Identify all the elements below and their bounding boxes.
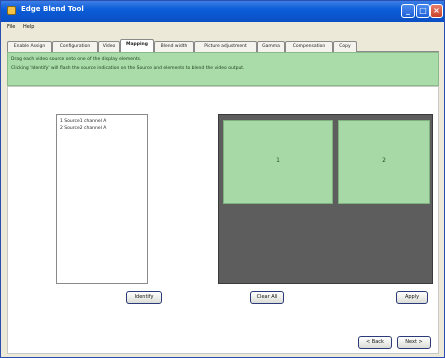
minimize-button[interactable]: _ [401, 4, 415, 18]
clear-all-button[interactable]: Clear All [250, 291, 284, 304]
tab-copy[interactable]: Copy [333, 41, 357, 52]
tab-picture-adjustment[interactable]: Picture adjustment [194, 41, 257, 52]
tab-blend-width[interactable]: Blend width [154, 41, 194, 52]
back-button[interactable]: < Back [358, 336, 392, 349]
instructions-banner: Drag each video source onto one of the d… [7, 52, 439, 86]
identify-button[interactable]: Identify [126, 291, 162, 304]
mapping-panel: 1 Source1 channel A 2 Source2 channel A … [7, 86, 439, 354]
source-item[interactable]: 2 Source2 channel A [60, 126, 106, 131]
close-button[interactable]: × [430, 4, 443, 18]
tab-strip: Enable Assign Configuration Video Mappin… [7, 39, 439, 52]
tab-compensation[interactable]: Compensation [285, 41, 333, 52]
tab-configuration[interactable]: Configuration [52, 41, 98, 52]
title-bar[interactable]: Edge Blend Tool _ □ × [1, 1, 444, 22]
window-title: Edge Blend Tool [21, 5, 84, 13]
display-element-2[interactable]: 2 [338, 120, 430, 204]
apply-button[interactable]: Apply [396, 291, 428, 304]
tab-mapping[interactable]: Mapping [120, 39, 154, 52]
menu-bar: File Help [1, 22, 444, 34]
tab-video[interactable]: Video [98, 41, 120, 52]
menu-item-help[interactable]: Help [23, 24, 34, 30]
menu-item-file[interactable]: File [7, 24, 15, 30]
tab-gamma[interactable]: Gamma [257, 41, 285, 52]
instruction-line-1: Drag each video source onto one of the d… [11, 57, 142, 62]
display-element-label: 2 [382, 157, 386, 164]
source-list[interactable]: 1 Source1 channel A 2 Source2 channel A [56, 114, 148, 284]
next-button[interactable]: Next > [397, 336, 431, 349]
display-preview: 1 2 [218, 114, 433, 284]
tab-enable-assign[interactable]: Enable Assign [7, 41, 52, 52]
source-item[interactable]: 1 Source1 channel A [60, 119, 106, 124]
maximize-button[interactable]: □ [416, 4, 430, 18]
app-window: Edge Blend Tool _ □ × File Help Enable A… [0, 0, 445, 358]
display-element-1[interactable]: 1 [223, 120, 333, 204]
display-element-label: 1 [276, 157, 280, 164]
app-icon [7, 6, 16, 15]
instruction-line-2: Clicking 'Identify' will flash the sourc… [11, 66, 245, 71]
